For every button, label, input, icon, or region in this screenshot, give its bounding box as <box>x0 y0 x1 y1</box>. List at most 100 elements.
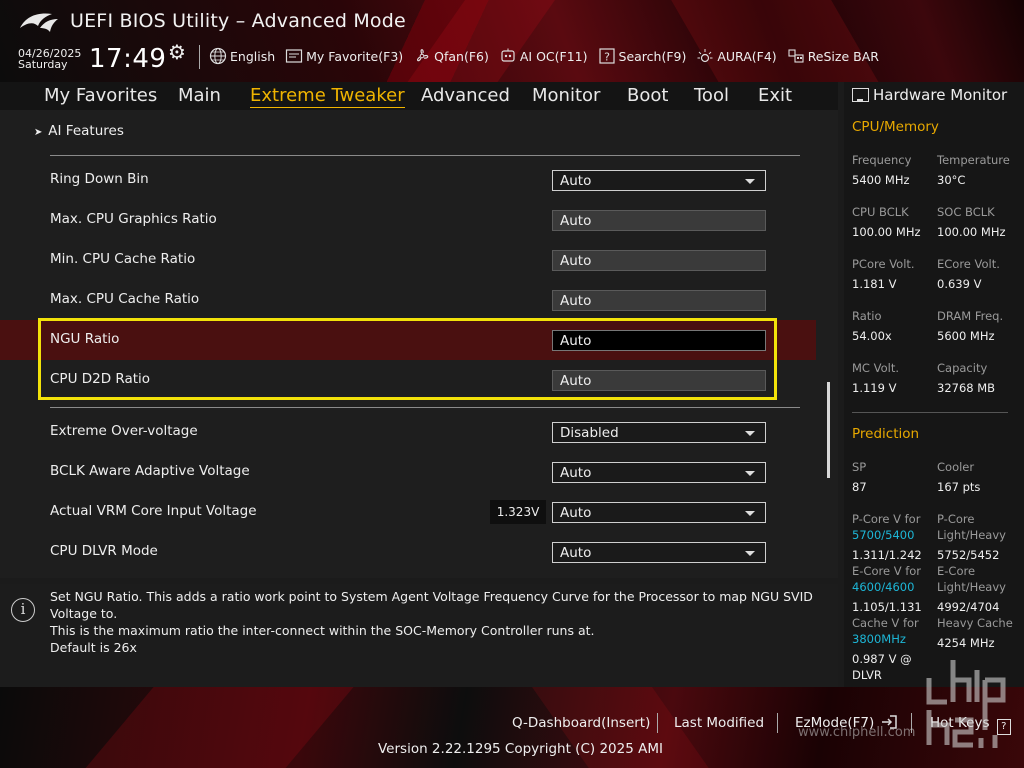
resize-bar-label: ReSize BAR <box>807 48 879 64</box>
setting-row-max-cpu-cache-ratio[interactable]: Max. CPU Cache Ratio Auto <box>0 280 816 320</box>
search-button[interactable]: ? Search(F9) <box>598 47 687 65</box>
setting-label: BCLK Aware Adaptive Voltage <box>50 463 250 479</box>
clock-display: 17:49 <box>89 44 167 74</box>
highlight-box <box>38 318 777 400</box>
extreme-over-voltage-dropdown[interactable]: Disabled <box>552 422 766 443</box>
gear-icon[interactable]: ⚙ <box>168 41 190 63</box>
setting-row-max-cpu-graphics-ratio[interactable]: Max. CPU Graphics Ratio Auto <box>0 200 816 240</box>
max-cpu-graphics-ratio-input[interactable]: Auto <box>552 210 766 231</box>
ai-features-submenu[interactable]: ➤ AI Features <box>34 123 124 139</box>
setting-row-extreme-over-voltage[interactable]: Extreme Over-voltage Disabled <box>0 412 816 452</box>
monitor-icon <box>852 88 869 102</box>
cpu-memory-heading: CPU/Memory <box>852 119 939 135</box>
max-cpu-cache-ratio-input[interactable]: Auto <box>552 290 766 311</box>
setting-label: Max. CPU Cache Ratio <box>50 291 200 307</box>
setting-label: Extreme Over-voltage <box>50 423 198 439</box>
language-button[interactable]: English <box>209 47 275 65</box>
bclk-aware-adaptive-voltage-dropdown[interactable]: Auto <box>552 462 766 483</box>
my-favorite-button[interactable]: My Favorite(F3) <box>285 47 403 65</box>
footer-bar: Q-Dashboard(Insert) Last Modified EzMode… <box>0 687 1024 768</box>
q-dashboard-button[interactable]: Q-Dashboard(Insert) <box>512 715 650 731</box>
qfan-label: Qfan(F6) <box>434 48 489 64</box>
tab-boot[interactable]: Boot <box>627 85 668 106</box>
dropdown-value: Auto <box>560 173 592 189</box>
setting-row-ring-down-bin[interactable]: Ring Down Bin Auto <box>0 160 816 200</box>
header-decoration <box>380 0 570 82</box>
ring-down-bin-dropdown[interactable]: Auto <box>552 170 766 191</box>
hw-key: Ratio <box>852 309 882 323</box>
hw-key: Heavy Cache <box>937 616 1013 630</box>
rog-logo-icon <box>20 13 58 32</box>
setting-row-bclk-aware-adaptive-voltage[interactable]: BCLK Aware Adaptive Voltage Auto <box>0 452 816 492</box>
ai-oc-button[interactable]: AI OC(F11) <box>499 47 588 65</box>
help-line: Default is 26x <box>50 640 137 655</box>
tab-exit[interactable]: Exit <box>758 85 792 106</box>
setting-label: Actual VRM Core Input Voltage <box>50 503 257 519</box>
chevron-down-icon <box>745 471 755 476</box>
hw-value: 4992/4704 <box>937 600 1000 614</box>
hw-key: P-Core V for <box>852 512 921 526</box>
hw-value: 0.987 V @ <box>852 652 912 666</box>
tab-monitor[interactable]: Monitor <box>532 85 600 106</box>
resize-bar-button[interactable]: ReSize BAR <box>787 47 879 65</box>
hw-key: Cooler <box>937 460 975 474</box>
dropdown-value: Auto <box>560 545 592 561</box>
prediction-heading: Prediction <box>852 426 920 442</box>
hw-value: 1.119 V <box>852 381 897 395</box>
hw-key: Light/Heavy <box>937 580 1006 594</box>
hw-value: 100.00 MHz <box>852 225 921 239</box>
divider <box>852 412 1008 413</box>
search-label: Search(F9) <box>618 48 687 64</box>
hardware-monitor-title: Hardware Monitor <box>852 86 1007 104</box>
favorite-icon <box>285 47 303 65</box>
hw-value: 30°C <box>937 173 966 187</box>
setting-row-actual-vrm-core-input-voltage[interactable]: Actual VRM Core Input Voltage 1.323V Aut… <box>0 492 816 532</box>
hw-value: 5400 MHz <box>852 173 910 187</box>
actual-vrm-core-input-voltage-dropdown[interactable]: Auto <box>552 502 766 523</box>
language-label: English <box>230 48 276 64</box>
min-cpu-cache-ratio-input[interactable]: Auto <box>552 250 766 271</box>
hw-key: Capacity <box>937 361 988 375</box>
scrollbar[interactable] <box>827 382 830 478</box>
watermark-text: www.chiphell.com <box>798 725 916 740</box>
hw-key: Cache V for <box>852 616 919 630</box>
hw-value: 100.00 MHz <box>937 225 1006 239</box>
cpu-dlvr-mode-dropdown[interactable]: Auto <box>552 542 766 563</box>
divider <box>199 45 200 69</box>
page-title: UEFI BIOS Utility – Advanced Mode <box>70 10 406 32</box>
hw-key: E-Core V for <box>852 564 922 578</box>
hw-value: DLVR <box>852 668 882 682</box>
last-modified-button[interactable]: Last Modified <box>674 715 764 731</box>
hw-freq: 4600/4600 <box>852 580 915 594</box>
tab-extreme-tweaker[interactable]: Extreme Tweaker <box>250 85 405 108</box>
hw-value: 0.639 V <box>937 277 982 291</box>
info-icon: i <box>11 598 35 622</box>
aura-button[interactable]: AURA(F4) <box>696 47 777 65</box>
hw-value: 167 pts <box>937 480 981 494</box>
chevron-down-icon <box>745 179 755 184</box>
date-display: 04/26/2025 Saturday <box>18 48 81 70</box>
my-favorite-label: My Favorite(F3) <box>306 48 404 64</box>
tab-tool[interactable]: Tool <box>694 85 729 106</box>
hw-key: E-Core <box>937 564 976 578</box>
aura-label: AURA(F4) <box>717 48 777 64</box>
setting-row-min-cpu-cache-ratio[interactable]: Min. CPU Cache Ratio Auto <box>0 240 816 280</box>
main-tabs: My Favorites Main Extreme Tweaker Advanc… <box>0 82 838 110</box>
tab-advanced[interactable]: Advanced <box>421 85 510 106</box>
setting-row-cpu-dlvr-mode[interactable]: CPU DLVR Mode Auto <box>0 532 816 572</box>
dropdown-value: Auto <box>560 505 592 521</box>
divider <box>50 407 800 408</box>
settings-panel: ➤ AI Features Ring Down Bin Auto Max. CP… <box>0 110 838 578</box>
chevron-down-icon <box>745 511 755 516</box>
dropdown-value: Disabled <box>560 425 619 441</box>
tab-my-favorites[interactable]: My Favorites <box>44 85 157 106</box>
tab-main[interactable]: Main <box>178 85 221 106</box>
header-bar: UEFI BIOS Utility – Advanced Mode 04/26/… <box>0 0 1024 82</box>
help-panel: i Set NGU Ratio. This adds a ratio work … <box>0 584 838 687</box>
current-voltage-readout: 1.323V <box>490 500 546 524</box>
svg-text:?: ? <box>604 51 610 64</box>
chevron-down-icon <box>745 431 755 436</box>
qfan-button[interactable]: Qfan(F6) <box>413 47 489 65</box>
setting-label: Min. CPU Cache Ratio <box>50 251 196 267</box>
hw-key: MC Volt. <box>852 361 899 375</box>
